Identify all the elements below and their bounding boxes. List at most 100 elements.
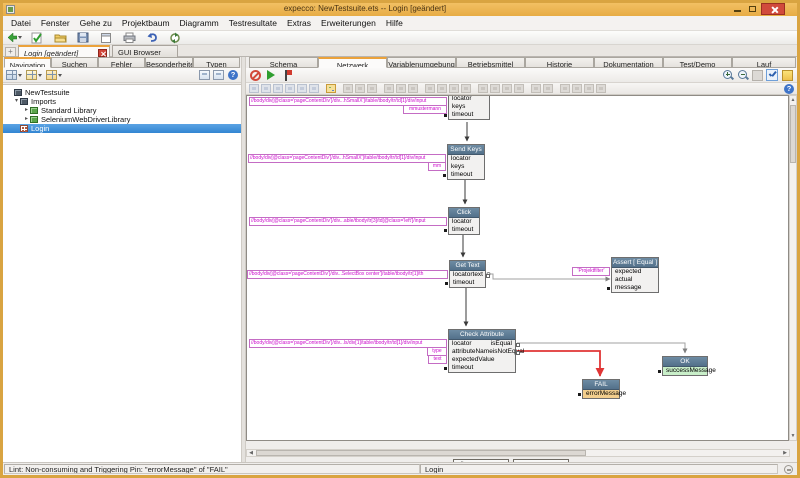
value-locator-xpath[interactable]: //body/div[@class='pageContentDiv']/div.…	[249, 339, 447, 348]
tool-icon[interactable]	[273, 84, 283, 93]
help-icon[interactable]	[228, 70, 238, 80]
tool-icon[interactable]	[514, 84, 524, 93]
scrollbar-thumb[interactable]	[790, 105, 796, 163]
tool-icon[interactable]	[572, 84, 582, 93]
tool-icon[interactable]	[425, 84, 435, 93]
node-get-text[interactable]: Get Text locatortext timeout	[449, 260, 486, 288]
tool-icon[interactable]	[408, 84, 418, 93]
tab-besonderheiten[interactable]: Besonderheiten	[145, 57, 193, 68]
menu-projektbaum[interactable]: Projektbaum	[117, 17, 175, 29]
tab-navigation[interactable]: Navigation	[4, 57, 51, 68]
new-item-menu-icon[interactable]	[6, 70, 22, 80]
tool-icon[interactable]	[285, 84, 295, 93]
tab-fehler[interactable]: Fehler	[98, 57, 145, 68]
run-icon[interactable]	[267, 70, 275, 80]
accept-check-icon[interactable]	[29, 32, 45, 44]
vertical-scrollbar[interactable]: ▲ ▼	[789, 95, 797, 441]
open-folder-icon[interactable]	[52, 32, 68, 44]
tree-item-seleniumwebdriverlibrary[interactable]: ▸ SeleniumWebDriverLibrary	[3, 115, 241, 124]
breakpoint-flag-icon[interactable]	[283, 70, 293, 81]
minimize-button[interactable]	[731, 3, 745, 15]
tree-item-newtestsuite[interactable]: NewTestsuite	[3, 88, 241, 97]
horizontal-scrollbar[interactable]: ◀ ▶	[246, 449, 790, 457]
tab-betriebsmittel[interactable]: Betriebsmittel	[456, 57, 525, 68]
tab-gui-browser[interactable]: GUI Browser	[112, 45, 178, 57]
tab-netzwerk[interactable]: Netzwerk	[318, 57, 387, 68]
close-tab-icon[interactable]	[98, 49, 107, 57]
node-fail[interactable]: FAIL errorMessage	[582, 379, 620, 399]
tab-test-demo[interactable]: Test/Demo	[663, 57, 732, 68]
tool-icon[interactable]	[309, 84, 319, 93]
save-view-icon[interactable]	[213, 70, 224, 80]
tool-icon[interactable]	[384, 84, 394, 93]
menu-fenster[interactable]: Fenster	[36, 17, 75, 29]
scroll-up-icon[interactable]: ▲	[790, 96, 796, 104]
tab-dokumentation[interactable]: Dokumentation	[594, 57, 663, 68]
node-click[interactable]: Click locator timeout	[448, 207, 480, 235]
add-tab-button[interactable]: +	[5, 47, 16, 57]
tool-icon[interactable]	[560, 84, 570, 93]
tool-icon[interactable]	[596, 84, 606, 93]
tree-item-standard-library[interactable]: ▸ Standard Library	[3, 106, 241, 115]
snap-checkbox-icon[interactable]	[766, 69, 778, 81]
node-clipped[interactable]: locator keys timeout	[448, 95, 490, 120]
value-locator-xpath[interactable]: //body/div[@class='pageContentDiv']/div.…	[248, 154, 446, 163]
value-locator-xpath[interactable]: //body/div[@class='pageContentDiv']/div.…	[247, 270, 448, 279]
menu-diagramm[interactable]: Diagramm	[175, 17, 224, 29]
tool-icon[interactable]	[261, 84, 271, 93]
menu-extras[interactable]: Extras	[282, 17, 316, 29]
scroll-right-icon[interactable]: ▶	[782, 449, 788, 457]
tool-icon[interactable]	[437, 84, 447, 93]
node-send-keys[interactable]: Send Keys locator keys timeout	[447, 144, 485, 180]
status-grip-icon[interactable]	[784, 465, 793, 474]
window-icon[interactable]	[199, 70, 210, 80]
menu-gehe-zu[interactable]: Gehe zu	[75, 17, 117, 29]
scroll-down-icon[interactable]: ▼	[790, 432, 796, 440]
tool-icon[interactable]	[531, 84, 541, 93]
expander-open-icon[interactable]: ▾	[13, 97, 20, 106]
scroll-left-icon[interactable]: ◀	[248, 449, 254, 457]
expander-closed-icon[interactable]: ▸	[23, 106, 30, 115]
new-group-menu-icon[interactable]	[26, 70, 42, 80]
tree-item-imports[interactable]: ▾ Imports	[3, 97, 241, 106]
tool-icon[interactable]	[355, 84, 365, 93]
tool-icon[interactable]	[396, 84, 406, 93]
export-page-icon[interactable]	[782, 70, 793, 81]
value-locator-xpath[interactable]: //body/div[@class='pageContentDiv']/div.…	[249, 217, 447, 226]
save-icon[interactable]	[75, 32, 91, 44]
blank-tool-icon[interactable]	[752, 70, 763, 81]
help-icon[interactable]	[784, 84, 794, 94]
tool-icon[interactable]	[367, 84, 377, 93]
tab-variablenumgebung[interactable]: Variablenumgebung	[387, 57, 456, 68]
tool-icon[interactable]	[249, 84, 259, 93]
tool-icon[interactable]	[461, 84, 471, 93]
tab-login[interactable]: Login [geändert]	[18, 45, 110, 57]
palette-tool-icon[interactable]	[326, 84, 336, 93]
tab-suchen[interactable]: Suchen	[51, 57, 98, 68]
scrollbar-thumb[interactable]	[256, 450, 586, 456]
tool-icon[interactable]	[478, 84, 488, 93]
menu-testresultate[interactable]: Testresultate	[224, 17, 282, 29]
value-username[interactable]: mmustermann	[403, 105, 447, 114]
node-assert-equal[interactable]: Assert [ Equal ] expected actual message	[611, 257, 659, 293]
node-check-attribute[interactable]: Check Attribute locatorisEqual attribute…	[448, 329, 516, 373]
back-arrow-icon[interactable]	[6, 32, 22, 44]
close-button[interactable]	[761, 3, 785, 15]
menu-erweiterungen[interactable]: Erweiterungen	[316, 17, 381, 29]
undo-icon[interactable]	[144, 32, 160, 44]
tool-icon[interactable]	[502, 84, 512, 93]
zoom-out-icon[interactable]	[737, 69, 749, 81]
tool-icon[interactable]	[490, 84, 500, 93]
tool-icon[interactable]	[449, 84, 459, 93]
tab-lauf[interactable]: Lauf	[732, 57, 796, 68]
zoom-in-icon[interactable]	[722, 69, 734, 81]
reload-icon[interactable]	[167, 32, 183, 44]
value-password[interactable]: mm	[428, 162, 446, 171]
value-expected-value[interactable]: text	[428, 355, 447, 364]
tab-typen[interactable]: Typen	[193, 57, 240, 68]
tool-icon[interactable]	[297, 84, 307, 93]
tool-icon[interactable]	[543, 84, 553, 93]
tree-item-login[interactable]: Login	[3, 124, 241, 133]
tool-icon[interactable]	[343, 84, 353, 93]
value-expected[interactable]: 'Projektfilter'	[572, 267, 610, 276]
